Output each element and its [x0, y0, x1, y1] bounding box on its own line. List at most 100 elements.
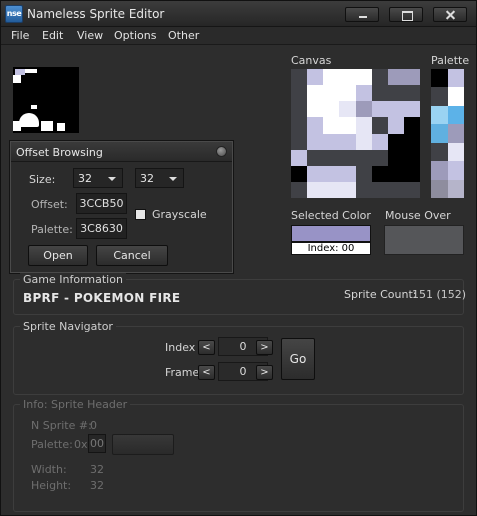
- header-palette-field[interactable]: 00: [88, 434, 106, 453]
- canvas-pixel[interactable]: [355, 149, 372, 166]
- canvas-pixel[interactable]: [355, 117, 372, 134]
- palette-swatch[interactable]: [431, 161, 448, 180]
- canvas-pixel[interactable]: [403, 85, 420, 102]
- canvas-pixel[interactable]: [307, 165, 324, 182]
- palette-swatch[interactable]: [447, 124, 464, 143]
- canvas-pixel[interactable]: [387, 85, 404, 102]
- canvas-pixel[interactable]: [339, 101, 356, 118]
- canvas-pixel[interactable]: [339, 117, 356, 134]
- canvas-pixel[interactable]: [371, 181, 388, 198]
- frame-prev-button[interactable]: <: [198, 365, 215, 380]
- canvas-pixel[interactable]: [323, 85, 340, 102]
- canvas-pixel[interactable]: [355, 69, 372, 86]
- canvas-grid[interactable]: [291, 69, 420, 198]
- canvas-pixel[interactable]: [371, 117, 388, 134]
- canvas-pixel[interactable]: [403, 69, 420, 86]
- canvas-pixel[interactable]: [387, 149, 404, 166]
- canvas-pixel[interactable]: [355, 181, 372, 198]
- palette-swatch[interactable]: [447, 69, 464, 88]
- palette-swatch[interactable]: [447, 179, 464, 198]
- canvas-pixel[interactable]: [339, 133, 356, 150]
- canvas-pixel[interactable]: [323, 69, 340, 86]
- canvas-pixel[interactable]: [291, 181, 308, 198]
- title-bar[interactable]: nse Nameless Sprite Editor: [1, 1, 476, 27]
- dialog-title-bar[interactable]: Offset Browsing: [11, 142, 232, 162]
- palette-grid[interactable]: [431, 69, 464, 198]
- canvas-pixel[interactable]: [291, 133, 308, 150]
- close-button[interactable]: [433, 7, 467, 22]
- canvas-pixel[interactable]: [291, 85, 308, 102]
- canvas-pixel[interactable]: [387, 117, 404, 134]
- size-height-select[interactable]: 32: [135, 168, 184, 188]
- canvas-pixel[interactable]: [339, 149, 356, 166]
- canvas-pixel[interactable]: [371, 101, 388, 118]
- size-width-select[interactable]: 32: [73, 168, 123, 188]
- canvas-pixel[interactable]: [355, 85, 372, 102]
- canvas-pixel[interactable]: [307, 69, 324, 86]
- palette-swatch[interactable]: [431, 87, 448, 106]
- canvas-pixel[interactable]: [291, 69, 308, 86]
- canvas-pixel[interactable]: [403, 165, 420, 182]
- canvas-pixel[interactable]: [403, 101, 420, 118]
- canvas-pixel[interactable]: [371, 149, 388, 166]
- canvas-pixel[interactable]: [339, 69, 356, 86]
- canvas-pixel[interactable]: [339, 181, 356, 198]
- menu-edit[interactable]: Edit: [42, 29, 63, 42]
- header-palette-button[interactable]: [112, 434, 174, 455]
- canvas-pixel[interactable]: [291, 101, 308, 118]
- canvas-pixel[interactable]: [403, 133, 420, 150]
- offset-field[interactable]: 3CCB50: [76, 193, 127, 214]
- canvas-pixel[interactable]: [307, 181, 324, 198]
- canvas-pixel[interactable]: [387, 69, 404, 86]
- palette-swatch[interactable]: [431, 179, 448, 198]
- canvas-pixel[interactable]: [403, 149, 420, 166]
- menu-file[interactable]: File: [11, 29, 29, 42]
- palette-swatch[interactable]: [431, 105, 448, 125]
- palette-swatch[interactable]: [447, 142, 464, 162]
- palette-swatch[interactable]: [431, 124, 448, 143]
- palette-swatch[interactable]: [447, 161, 464, 180]
- canvas-pixel[interactable]: [307, 149, 324, 166]
- open-button[interactable]: Open: [28, 245, 88, 266]
- canvas-pixel[interactable]: [371, 85, 388, 102]
- canvas-pixel[interactable]: [371, 133, 388, 150]
- palette-swatch[interactable]: [431, 69, 448, 88]
- canvas-pixel[interactable]: [323, 149, 340, 166]
- canvas-pixel[interactable]: [323, 165, 340, 182]
- go-button[interactable]: Go: [281, 338, 315, 380]
- palette-swatch[interactable]: [431, 142, 448, 162]
- palette-offset-field[interactable]: 3C8630: [76, 218, 127, 239]
- canvas-pixel[interactable]: [403, 117, 420, 134]
- canvas-pixel[interactable]: [307, 133, 324, 150]
- minimize-button[interactable]: [345, 7, 379, 22]
- canvas-pixel[interactable]: [355, 101, 372, 118]
- canvas-pixel[interactable]: [355, 133, 372, 150]
- maximize-button[interactable]: [389, 7, 423, 22]
- canvas-pixel[interactable]: [323, 133, 340, 150]
- palette-swatch[interactable]: [447, 105, 464, 125]
- canvas-pixel[interactable]: [323, 181, 340, 198]
- dialog-close-icon[interactable]: [216, 146, 227, 157]
- canvas-pixel[interactable]: [291, 165, 308, 182]
- canvas-pixel[interactable]: [387, 165, 404, 182]
- frame-next-button[interactable]: >: [256, 365, 273, 380]
- menu-other[interactable]: Other: [168, 29, 199, 42]
- canvas-pixel[interactable]: [339, 85, 356, 102]
- canvas-pixel[interactable]: [323, 101, 340, 118]
- canvas-pixel[interactable]: [291, 149, 308, 166]
- cancel-button[interactable]: Cancel: [96, 245, 168, 266]
- canvas-pixel[interactable]: [291, 117, 308, 134]
- canvas-pixel[interactable]: [307, 117, 324, 134]
- canvas-pixel[interactable]: [323, 117, 340, 134]
- canvas-pixel[interactable]: [307, 101, 324, 118]
- menu-view[interactable]: View: [77, 29, 103, 42]
- canvas-pixel[interactable]: [371, 165, 388, 182]
- index-next-button[interactable]: >: [256, 340, 273, 355]
- canvas-pixel[interactable]: [339, 165, 356, 182]
- canvas-pixel[interactable]: [355, 165, 372, 182]
- menu-options[interactable]: Options: [114, 29, 156, 42]
- canvas-pixel[interactable]: [387, 133, 404, 150]
- canvas-pixel[interactable]: [371, 69, 388, 86]
- grayscale-checkbox[interactable]: [135, 209, 146, 220]
- canvas-pixel[interactable]: [307, 85, 324, 102]
